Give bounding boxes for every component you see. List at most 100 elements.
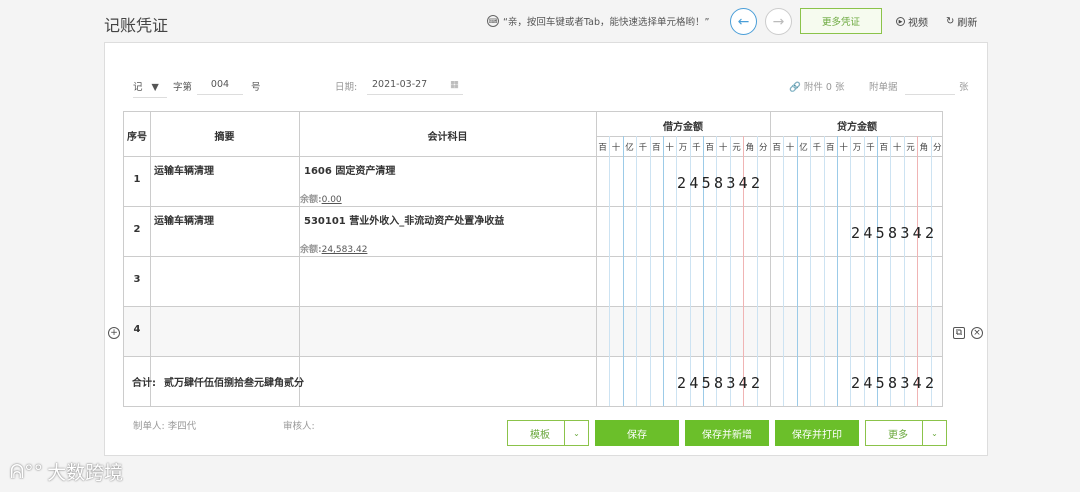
calendar-icon: ▦ <box>450 79 459 90</box>
arrow-right-icon: → <box>772 13 785 30</box>
attachment-link[interactable]: 🔗 附件 0 张 <box>789 79 844 93</box>
total-credit-amount: 2458342 <box>851 374 938 392</box>
row-credit-amount[interactable]: 2458342 <box>851 224 937 242</box>
attached-docs-label: 附单据 <box>869 82 898 93</box>
digit-column-line <box>850 136 852 406</box>
digit-column-line <box>836 136 838 406</box>
credit-digit-unit: 万 <box>852 143 862 153</box>
digit-column-line <box>622 136 624 406</box>
date-label: 日期: <box>335 82 358 93</box>
digit-column-line <box>783 136 785 406</box>
debit-digit-unit: 千 <box>638 143 648 153</box>
debit-digit-unit: 十 <box>718 143 728 153</box>
col-account-header: 会计科目 <box>427 132 468 143</box>
date-input[interactable]: 2021-03-27 ▦ <box>367 79 463 95</box>
delete-row-icon[interactable]: × <box>971 327 983 339</box>
chevron-down-icon[interactable]: ⌄ <box>922 421 946 445</box>
attached-docs-input[interactable] <box>905 79 955 95</box>
debit-digit-unit: 亿 <box>625 143 634 153</box>
next-voucher-button[interactable]: → <box>765 8 792 35</box>
col-debit-header: 借方金额 <box>663 122 703 133</box>
digit-column-line <box>930 136 932 406</box>
save-button[interactable]: 保存 <box>595 420 679 446</box>
debit-digit-unit: 角 <box>745 143 755 153</box>
col-summary-header: 摘要 <box>214 132 235 143</box>
logo-icon: ᕱ°° <box>10 460 44 483</box>
row-seq: 1 <box>133 174 141 185</box>
col-credit-header: 贷方金额 <box>837 122 877 133</box>
more-vouchers-button[interactable]: 更多凭证 <box>800 8 882 34</box>
digit-column-line <box>903 136 905 406</box>
credit-digit-unit: 百 <box>772 143 781 153</box>
debit-digit-unit: 百 <box>705 143 714 153</box>
tip-text: “亲，按回车键或者Tab，能快速选择单元格哟！” <box>503 17 710 28</box>
row-account[interactable]: 1606 固定资产清理 <box>304 162 395 177</box>
refresh-link[interactable]: ↻ 刷新 <box>946 14 977 29</box>
credit-digit-unit: 百 <box>879 143 888 153</box>
digit-column-line <box>863 136 865 406</box>
chevron-down-icon[interactable]: ⌄ <box>564 421 588 445</box>
template-button[interactable]: 模板 ⌄ <box>507 420 589 446</box>
debit-digit-unit: 万 <box>678 143 688 153</box>
paperclip-icon: 🔗 <box>789 82 801 93</box>
digit-column-line <box>877 136 879 406</box>
more-button[interactable]: 更多 ⌄ <box>865 420 947 446</box>
debit-digit-unit: 千 <box>692 143 701 153</box>
row-seq: 2 <box>133 224 141 235</box>
row-summary[interactable]: 运输车辆清理 <box>154 212 214 227</box>
row-seq: 4 <box>133 324 141 335</box>
debit-digit-unit: 百 <box>651 143 661 153</box>
keyboard-tip: ⌨ “亲，按回车键或者Tab，能快速选择单元格哟！” <box>487 14 709 28</box>
number-suffix: 号 <box>251 82 261 93</box>
digit-column-line <box>823 136 825 406</box>
attached-docs-suffix: 张 <box>959 82 969 93</box>
word-label: 字第 <box>173 82 193 93</box>
add-row-icon[interactable]: + <box>108 327 120 339</box>
credit-digit-unit: 亿 <box>799 143 808 153</box>
keyboard-icon: ⌨ <box>487 15 499 27</box>
total-in-words: 贰万肆仟伍佰捌拾叁元肆角贰分 <box>164 378 304 389</box>
video-link[interactable]: ▶ 视频 <box>896 14 928 29</box>
caret-down-icon: ▼ <box>151 82 159 93</box>
credit-digit-unit: 百 <box>825 143 835 153</box>
reviewer-label: 审核人: <box>283 421 315 432</box>
digit-column-line <box>810 136 812 406</box>
credit-digit-unit: 元 <box>906 143 915 153</box>
voucher-number-input[interactable]: 004 <box>197 79 243 95</box>
digit-column-line <box>649 136 651 406</box>
voucher-type-select[interactable]: 记 ▼ <box>133 79 167 98</box>
watermark: ᕱ°° 大数跨境 <box>10 460 124 485</box>
refresh-icon: ↻ <box>946 16 955 27</box>
copy-row-icon[interactable]: ⧉ <box>953 327 965 339</box>
voucher-panel: 记 ▼ 字第 004 号 日期: 2021-03-27 ▦ 🔗 附件 0 张 附… <box>104 42 988 456</box>
page-title: 记账凭证 <box>104 16 169 35</box>
digit-column-line <box>796 136 798 406</box>
digit-column-line <box>917 136 919 406</box>
row-account[interactable]: 530101 营业外收入_非流动资产处置净收益 <box>304 212 504 227</box>
row-balance: 余额:0.00 <box>300 195 342 205</box>
debit-digit-unit: 元 <box>732 143 741 153</box>
total-label: 合计: <box>132 378 156 389</box>
credit-digit-unit: 角 <box>919 143 929 153</box>
credit-digit-unit: 千 <box>812 143 822 153</box>
row-seq: 3 <box>133 274 141 285</box>
row-summary[interactable]: 运输车辆清理 <box>154 162 214 177</box>
save-and-print-button[interactable]: 保存并打印 <box>775 420 859 446</box>
credit-digit-unit: 分 <box>933 143 942 153</box>
prev-voucher-button[interactable]: ← <box>730 8 757 35</box>
save-and-new-button[interactable]: 保存并新增 <box>685 420 769 446</box>
credit-digit-unit: 十 <box>839 143 848 153</box>
row-debit-amount[interactable]: 2458342 <box>677 174 763 192</box>
debit-digit-unit: 百 <box>598 143 607 153</box>
refresh-label: 刷新 <box>957 18 978 29</box>
debit-digit-unit: 分 <box>759 143 768 153</box>
digit-column-line <box>890 136 892 406</box>
col-seq-header: 序号 <box>127 132 147 143</box>
voucher-table: 序号 摘要 会计科目 借方金额 贷方金额 百十亿千百十万千百十元角分百十亿千百十… <box>123 111 943 407</box>
video-label: 视频 <box>908 18 928 29</box>
credit-digit-unit: 千 <box>866 143 875 153</box>
debit-digit-unit: 十 <box>665 143 674 153</box>
digit-column-line <box>662 136 664 406</box>
credit-digit-unit: 十 <box>892 143 902 153</box>
arrow-left-icon: ← <box>737 13 750 30</box>
